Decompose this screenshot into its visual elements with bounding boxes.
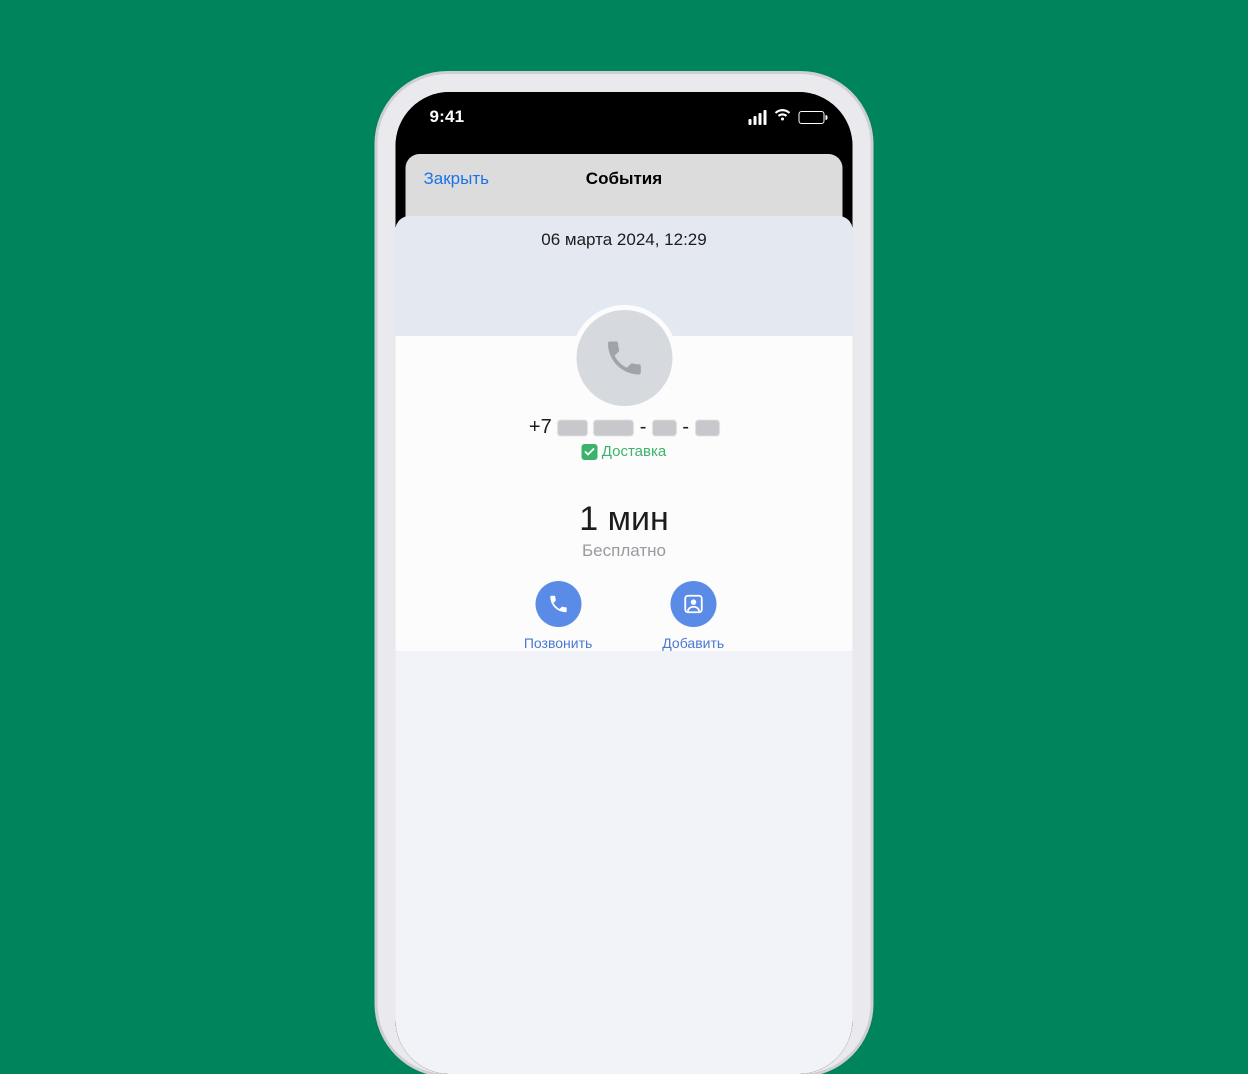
redacted-segment [558,420,588,436]
redacted-segment [695,420,719,436]
nav-bar: Закрыть События [406,154,843,204]
contact-icon [670,581,716,627]
call-duration: 1 мин [396,500,853,539]
call-label: Позвонить [524,635,592,651]
phone-prefix: +7 [529,416,552,439]
tag-row: Доставка [396,443,853,460]
separator: - [682,416,689,439]
wifi-icon [774,108,792,127]
status-time: 9:41 [430,107,465,127]
phone-frame: 9:41 Закрыть События 06 марта 2024, 12: [378,74,871,1074]
phone-screen: 9:41 Закрыть События 06 марта 2024, 12: [396,92,853,1074]
separator: - [640,416,647,439]
call-button[interactable]: Позвонить [524,581,592,651]
close-button[interactable]: Закрыть [424,169,489,189]
battery-icon [799,111,825,124]
phone-handset-icon [602,336,646,380]
check-icon [582,444,598,460]
caller-avatar [576,310,672,406]
event-detail-sheet: 06 марта 2024, 12:29 +7 - - [396,216,853,1074]
redacted-segment [594,420,634,436]
black-bg: Закрыть События 06 марта 2024, 12:29 +7 … [396,142,853,1074]
phone-icon [535,581,581,627]
status-icons [749,108,825,127]
call-cost: Бесплатно [396,541,853,561]
phone-number: +7 - - [396,416,853,439]
action-row: Позвонить Добавить [396,581,853,651]
redacted-segment [652,420,676,436]
tag-label: Доставка [602,443,666,460]
add-contact-button[interactable]: Добавить [662,581,724,651]
add-label: Добавить [662,635,724,651]
event-datetime: 06 марта 2024, 12:29 [396,216,853,264]
cellular-icon [749,110,767,125]
status-bar: 9:41 [396,92,853,142]
